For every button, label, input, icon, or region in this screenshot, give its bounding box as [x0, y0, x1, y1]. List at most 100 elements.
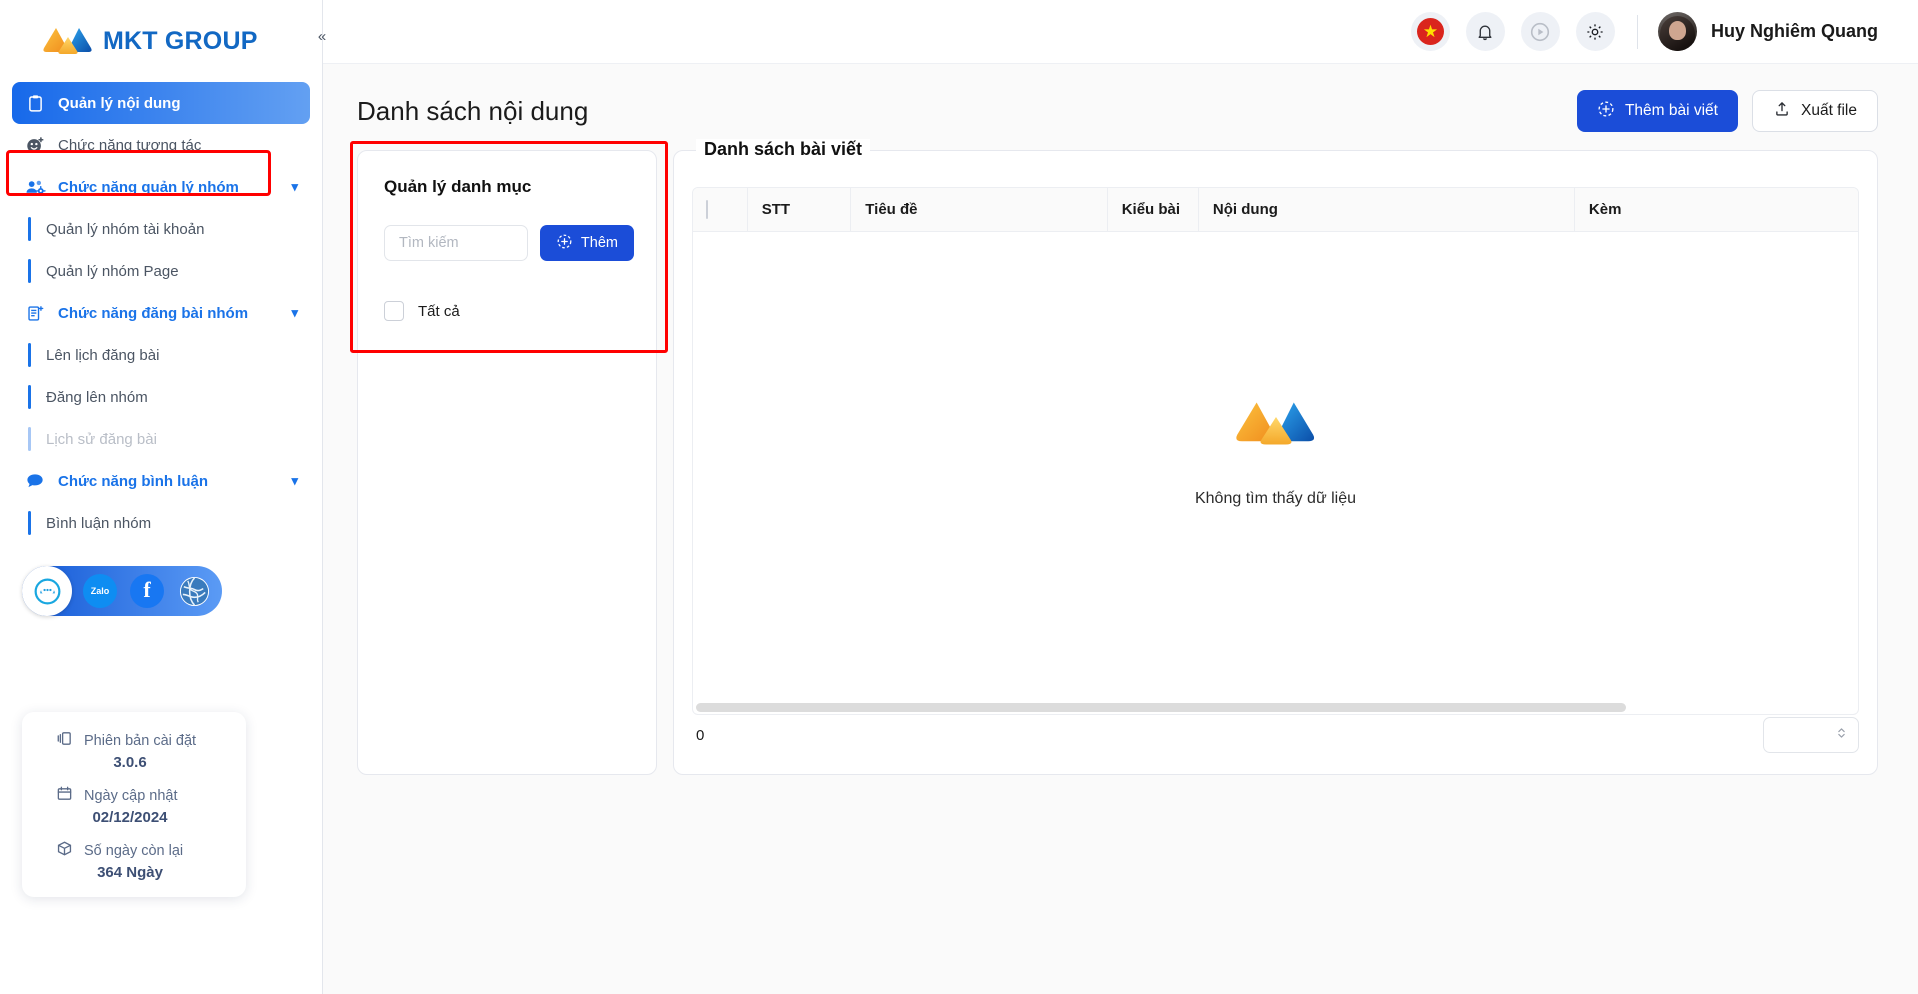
select-all-rows-checkbox[interactable]: [706, 200, 708, 219]
sidebar-item-quan-ly-nhom-tai-khoan[interactable]: Quản lý nhóm tài khoản: [28, 208, 322, 250]
sidebar-item-dang-len-nhom[interactable]: Đăng lên nhóm: [28, 376, 322, 418]
sidebar-item-label: Chức năng quản lý nhóm: [58, 179, 239, 196]
category-panel: Quản lý danh mục Tìm kiếm Thêm: [357, 150, 657, 775]
brand-logo[interactable]: MKT GROUP: [0, 0, 322, 82]
sidebar-item-label: Quản lý nội dung: [58, 95, 181, 112]
add-category-button[interactable]: Thêm: [540, 225, 634, 261]
divider: [1637, 15, 1638, 49]
sidebar-nav: Quản lý nội dung Chức năng tương tác: [0, 82, 322, 544]
total-count: 0: [692, 727, 704, 744]
mkt-mountain-logo-icon: [42, 24, 94, 58]
version-icon: [56, 730, 73, 751]
social-links-bar: Zalo f: [22, 566, 222, 616]
support-headset-chat-icon[interactable]: [22, 566, 72, 616]
info-row-days-left: Số ngày còn lại 364 Ngày: [22, 840, 246, 881]
sidebar-item-binh-luan-nhom[interactable]: Bình luận nhóm: [28, 502, 322, 544]
sidebar-item-quan-ly-nhom-page[interactable]: Quản lý nhóm Page: [28, 250, 322, 292]
post-table: STT Tiêu đề Kiểu bài Nội dung Kèm: [693, 188, 1858, 232]
user-name: Huy Nghiêm Quang: [1711, 21, 1878, 42]
box-icon: [56, 840, 73, 861]
clipboard-icon: [24, 92, 46, 114]
export-file-label: Xuất file: [1801, 102, 1857, 120]
chevron-updown-icon: [1836, 725, 1847, 746]
info-label: Ngày cập nhật: [84, 788, 178, 804]
sidebar-item-label: Lên lịch đăng bài: [46, 347, 159, 364]
post-list-panel: Danh sách bài viết STT Tiêu đề Kiểu bài: [673, 150, 1878, 775]
sidebar-item-quan-ly-noi-dung[interactable]: Quản lý nội dung: [12, 82, 310, 124]
sidebar-item-lich-su-dang-bai[interactable]: Lịch sử đăng bài: [28, 418, 322, 460]
column-header-stt[interactable]: STT: [747, 188, 851, 231]
per-page-select[interactable]: [1763, 717, 1859, 753]
add-post-label: Thêm bài viết: [1625, 102, 1718, 120]
chevron-down-icon[interactable]: ▾: [291, 473, 298, 489]
users-gear-icon: [24, 176, 46, 198]
sidebar-item-len-lich-dang-bai[interactable]: Lên lịch đăng bài: [28, 334, 322, 376]
sidebar-item-label: Quản lý nhóm tài khoản: [46, 221, 204, 238]
chat-bubble-icon: [24, 470, 46, 492]
select-all-checkbox[interactable]: [384, 301, 404, 321]
info-label: Phiên bản cài đặt: [84, 733, 196, 749]
export-file-button[interactable]: Xuất file: [1752, 90, 1878, 132]
info-row-version: Phiên bản cài đặt 3.0.6: [22, 730, 246, 771]
sidebar: MKT GROUP « Quản lý nội dung: [0, 0, 323, 994]
document-plus-icon: [24, 302, 46, 324]
license-info-card: Phiên bản cài đặt 3.0.6 Ngày cập nhật 02…: [22, 712, 246, 897]
sidebar-item-chuc-nang-quan-ly-nhom[interactable]: Chức năng quản lý nhóm ▾: [12, 166, 310, 208]
chevron-down-icon[interactable]: ▾: [291, 179, 298, 195]
post-table-wrapper: STT Tiêu đề Kiểu bài Nội dung Kèm: [692, 187, 1859, 715]
facebook-label: f: [143, 579, 150, 601]
empty-state-text: Không tìm thấy dữ liệu: [1195, 490, 1356, 508]
globe-icon[interactable]: [177, 574, 211, 608]
table-header-row: STT Tiêu đề Kiểu bài Nội dung Kèm: [693, 188, 1858, 231]
column-header-kem[interactable]: Kèm: [1574, 188, 1858, 231]
info-row-update-date: Ngày cập nhật 02/12/2024: [22, 785, 246, 826]
play-circle-icon[interactable]: [1521, 12, 1560, 51]
sidebar-item-chuc-nang-tuong-tac[interactable]: Chức năng tương tác: [12, 124, 310, 166]
sidebar-collapse-button[interactable]: «: [312, 26, 332, 46]
plus-circle-icon: [556, 233, 573, 254]
info-value: 02/12/2024: [22, 809, 246, 826]
category-select-all-row[interactable]: Tất cả: [384, 301, 634, 321]
sidebar-item-chuc-nang-binh-luan[interactable]: Chức năng bình luận ▾: [12, 460, 310, 502]
facebook-icon[interactable]: f: [130, 574, 164, 608]
column-header-tieu-de[interactable]: Tiêu đề: [851, 188, 1107, 231]
content-area: Quản lý danh mục Tìm kiếm Thêm: [323, 132, 1918, 775]
avatar[interactable]: [1658, 12, 1697, 51]
sidebar-item-label: Bình luận nhóm: [46, 515, 151, 532]
language-selector[interactable]: ★: [1411, 12, 1450, 51]
page-header: Danh sách nội dung Thêm bài viết: [323, 64, 1918, 132]
header-actions: Thêm bài viết Xuất file: [1577, 90, 1878, 132]
mkt-mountain-logo-icon: [1234, 396, 1318, 456]
top-bar: ★: [323, 0, 1918, 64]
empty-state: Không tìm thấy dữ liệu: [693, 232, 1858, 672]
scrollbar-thumb[interactable]: [696, 703, 1626, 712]
zalo-icon[interactable]: Zalo: [83, 574, 117, 608]
category-panel-title: Quản lý danh mục: [384, 177, 634, 197]
add-post-button[interactable]: Thêm bài viết: [1577, 90, 1738, 132]
column-header-noi-dung[interactable]: Nội dung: [1198, 188, 1574, 231]
sidebar-item-label: Chức năng tương tác: [58, 137, 201, 154]
calendar-icon: [56, 785, 73, 806]
sidebar-item-label: Lịch sử đăng bài: [46, 431, 157, 448]
info-label: Số ngày còn lại: [84, 843, 183, 859]
notification-bell-icon[interactable]: [1466, 12, 1505, 51]
header-checkbox-cell[interactable]: [693, 188, 747, 231]
brand-name: MKT GROUP: [103, 27, 258, 56]
category-controls: Tìm kiếm Thêm: [384, 225, 634, 261]
zalo-label: Zalo: [91, 586, 110, 596]
search-placeholder: Tìm kiếm: [399, 235, 459, 251]
sidebar-item-label: Chức năng bình luận: [58, 473, 208, 490]
chevron-down-icon[interactable]: ▾: [291, 305, 298, 321]
sidebar-item-label: Đăng lên nhóm: [46, 389, 148, 406]
vietnam-flag-icon: ★: [1417, 18, 1444, 45]
smiley-plus-icon: [24, 134, 46, 156]
info-value: 364 Ngày: [22, 864, 246, 881]
category-search-input[interactable]: Tìm kiếm: [384, 225, 528, 261]
sidebar-item-chuc-nang-dang-bai-nhom[interactable]: Chức năng đăng bài nhóm ▾: [12, 292, 310, 334]
settings-gear-icon[interactable]: [1576, 12, 1615, 51]
upload-icon: [1773, 100, 1791, 123]
add-category-label: Thêm: [581, 235, 618, 251]
column-header-kieu-bai[interactable]: Kiểu bài: [1107, 188, 1198, 231]
plus-circle-icon: [1597, 100, 1615, 123]
post-list-footer: 0: [692, 712, 1859, 758]
